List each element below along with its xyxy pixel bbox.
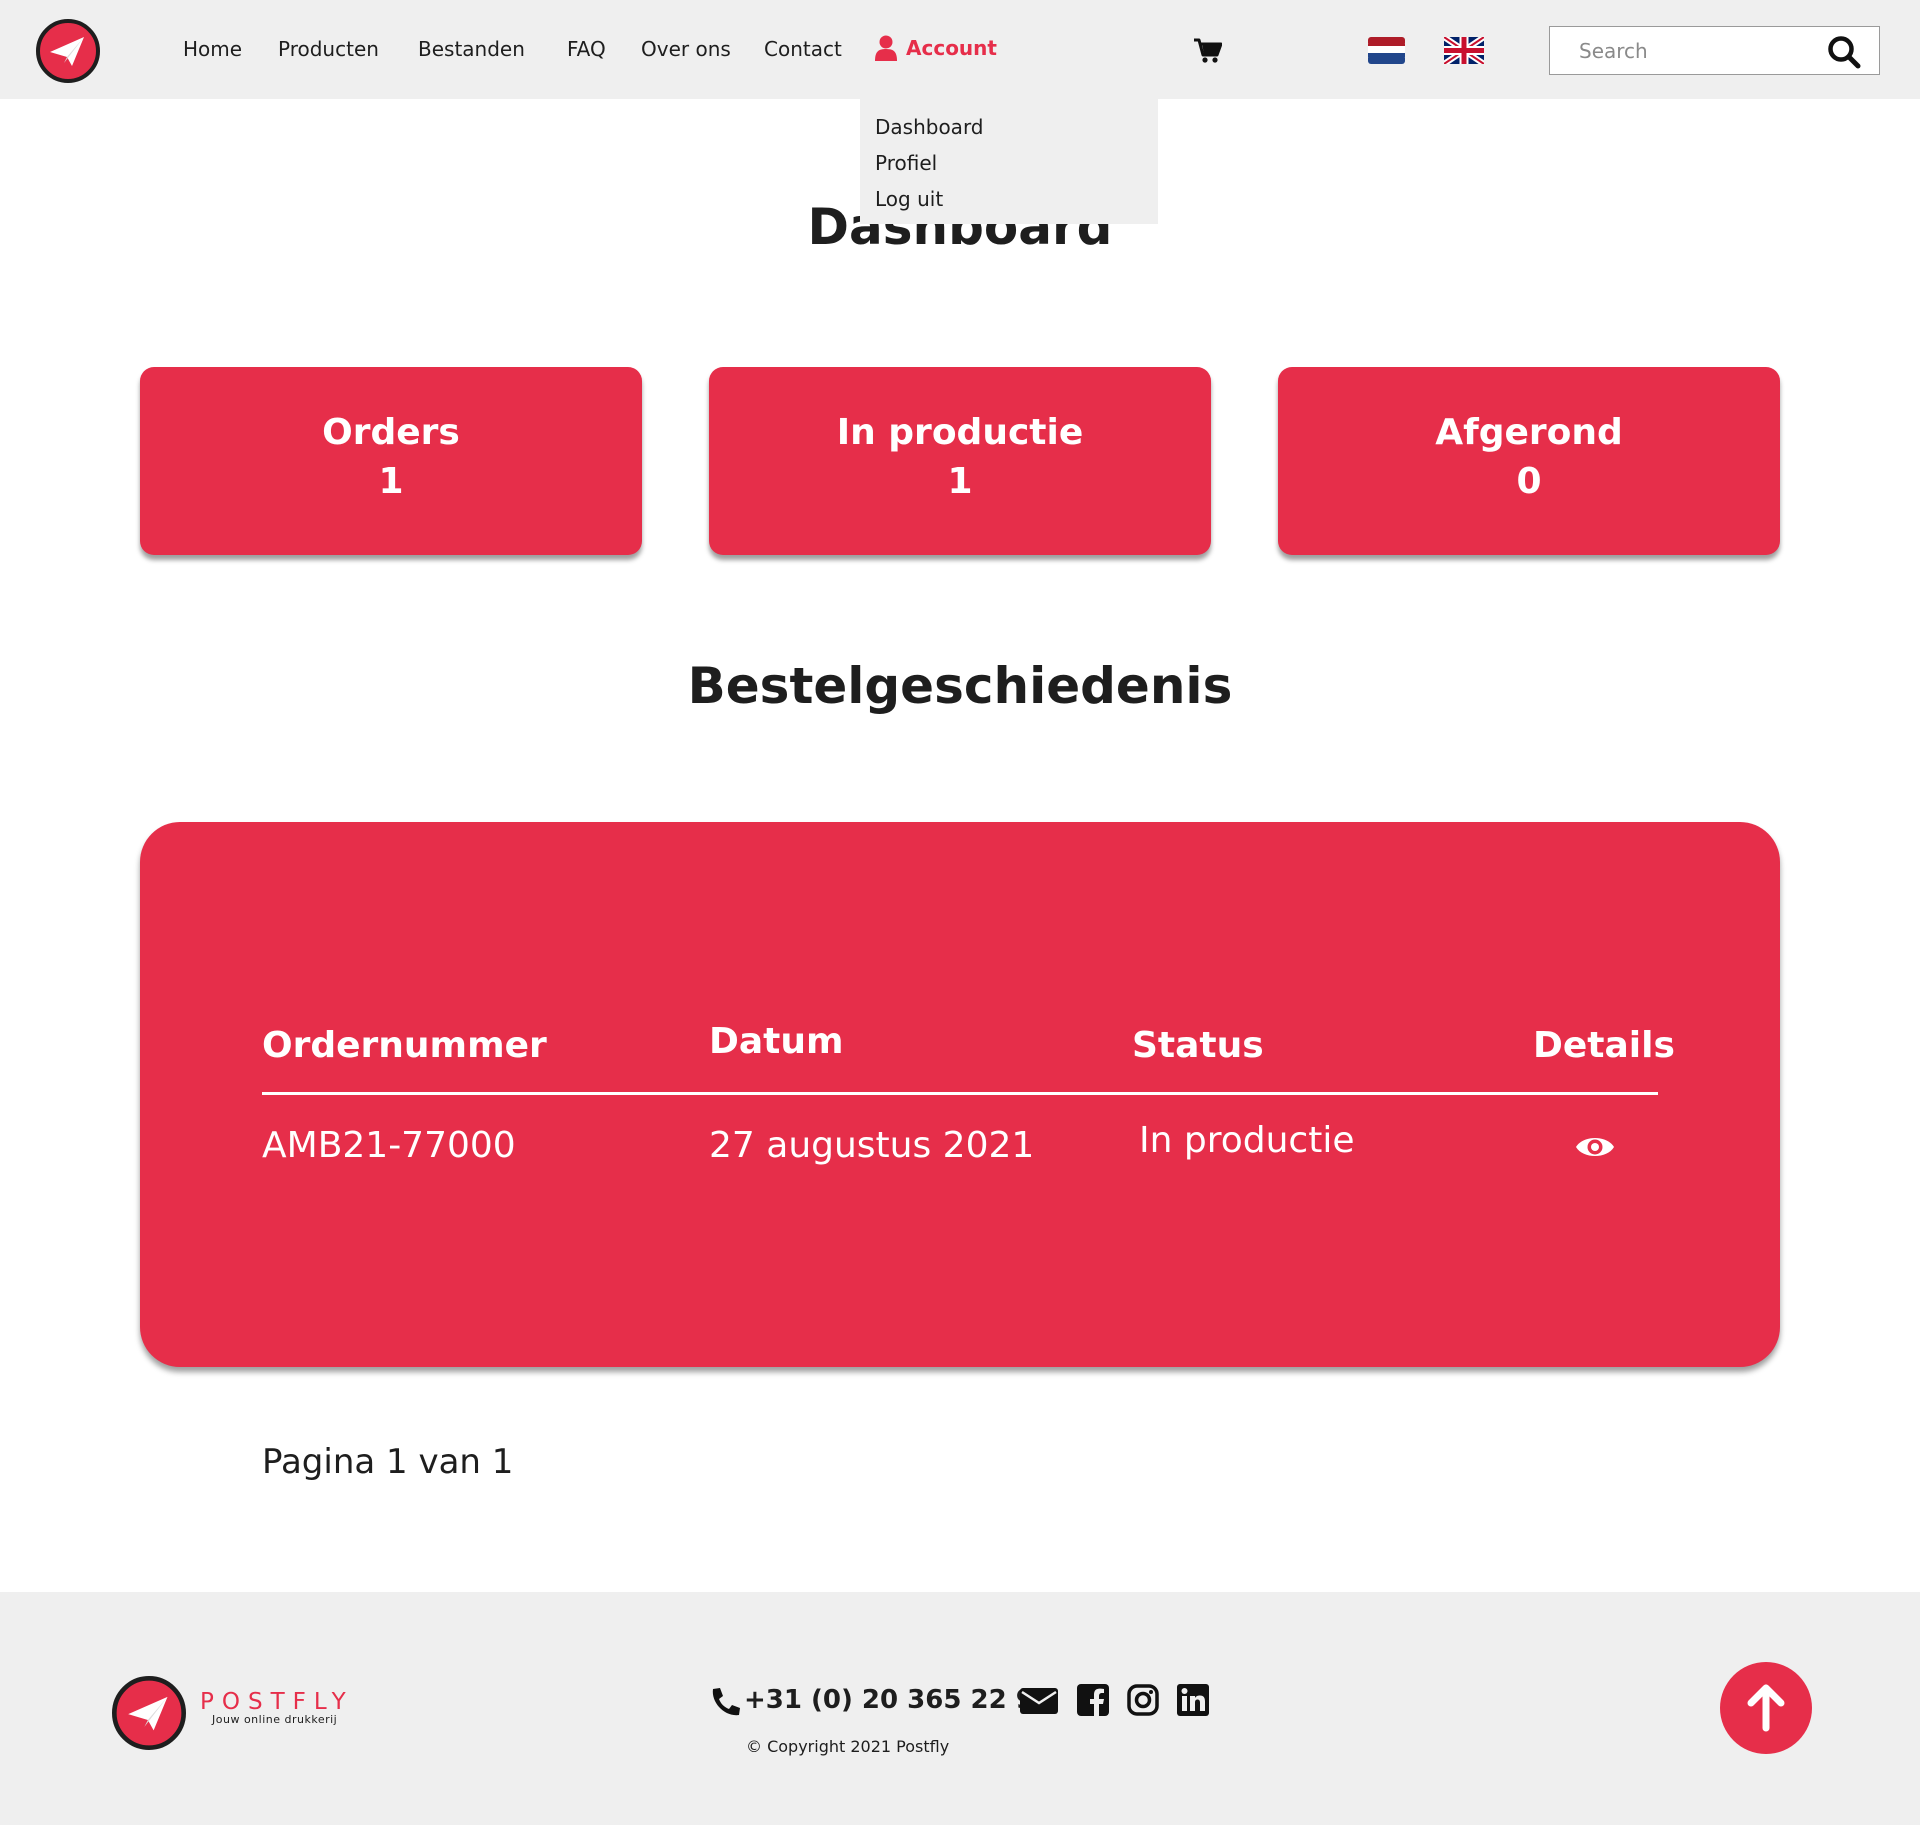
paper-plane-logo-icon[interactable] bbox=[36, 19, 100, 83]
order-history-table: Ordernummer Datum Status Details AMB21-7… bbox=[140, 822, 1780, 1367]
stat-value: 1 bbox=[378, 461, 404, 502]
brand-name: POSTFLY bbox=[200, 1689, 354, 1715]
table-divider bbox=[262, 1092, 1658, 1095]
order-status-cell: In productie bbox=[1139, 1120, 1355, 1161]
nav-over-ons[interactable]: Over ons bbox=[641, 37, 731, 61]
flag-nl-icon[interactable] bbox=[1368, 37, 1405, 64]
cart-icon[interactable] bbox=[1194, 38, 1222, 64]
nav-producten[interactable]: Producten bbox=[278, 37, 379, 61]
order-history-title: Bestelgeschiedenis bbox=[687, 657, 1233, 715]
menu-item-dashboard[interactable]: Dashboard bbox=[860, 109, 1158, 145]
stat-value: 0 bbox=[1516, 461, 1542, 502]
brand-tagline: Jouw online drukkerij bbox=[212, 1713, 338, 1726]
stat-card-in-productie: In productie 1 bbox=[709, 367, 1211, 555]
phone-icon bbox=[712, 1688, 740, 1716]
phone-number[interactable]: +31 (0) 20 365 22 93 bbox=[744, 1685, 1052, 1715]
menu-item-profiel[interactable]: Profiel bbox=[860, 145, 1158, 181]
menu-item-log-uit[interactable]: Log uit bbox=[860, 181, 1158, 217]
column-header-ordernummer: Ordernummer bbox=[262, 1025, 547, 1066]
nav-home[interactable]: Home bbox=[183, 37, 242, 61]
nav-account-label: Account bbox=[906, 36, 997, 60]
stat-label: In productie bbox=[836, 412, 1084, 453]
stat-card-afgerond: Afgerond 0 bbox=[1278, 367, 1780, 555]
stat-label: Afgerond bbox=[1435, 412, 1623, 453]
mail-icon[interactable] bbox=[1020, 1683, 1058, 1717]
column-header-details: Details bbox=[1533, 1025, 1675, 1066]
arrow-up-icon bbox=[1747, 1684, 1785, 1732]
stat-value: 1 bbox=[947, 461, 973, 502]
linkedin-icon[interactable] bbox=[1177, 1683, 1209, 1717]
column-header-datum: Datum bbox=[709, 1021, 844, 1062]
pagination-text: Pagina 1 van 1 bbox=[262, 1442, 514, 1482]
nav-faq[interactable]: FAQ bbox=[567, 37, 606, 61]
stat-card-orders: Orders 1 bbox=[140, 367, 642, 555]
site-header: Home Producten Bestanden FAQ Over ons Co… bbox=[0, 0, 1920, 99]
eye-icon[interactable] bbox=[1574, 1132, 1616, 1162]
search-input[interactable] bbox=[1550, 27, 1820, 74]
stat-label: Orders bbox=[322, 412, 460, 453]
paper-plane-logo-icon[interactable] bbox=[112, 1676, 186, 1750]
column-header-status: Status bbox=[1132, 1025, 1264, 1066]
user-icon bbox=[875, 35, 897, 61]
nav-bestanden[interactable]: Bestanden bbox=[418, 37, 525, 61]
search-icon[interactable] bbox=[1827, 35, 1861, 69]
site-footer: POSTFLY Jouw online drukkerij +31 (0) 20… bbox=[0, 1592, 1920, 1825]
nav-account[interactable]: Account bbox=[874, 35, 997, 61]
copyright-text: © Copyright 2021 Postfly bbox=[746, 1737, 950, 1756]
nav-contact[interactable]: Contact bbox=[764, 37, 842, 61]
facebook-icon[interactable] bbox=[1077, 1683, 1109, 1717]
flag-uk-icon[interactable] bbox=[1444, 37, 1484, 64]
instagram-icon[interactable] bbox=[1127, 1683, 1159, 1717]
back-to-top-button[interactable] bbox=[1720, 1662, 1812, 1754]
account-dropdown-menu: Dashboard Profiel Log uit bbox=[860, 99, 1158, 224]
order-date-cell: 27 augustus 2021 bbox=[709, 1125, 1035, 1166]
search-box bbox=[1549, 26, 1880, 75]
order-number-cell: AMB21-77000 bbox=[262, 1125, 516, 1166]
